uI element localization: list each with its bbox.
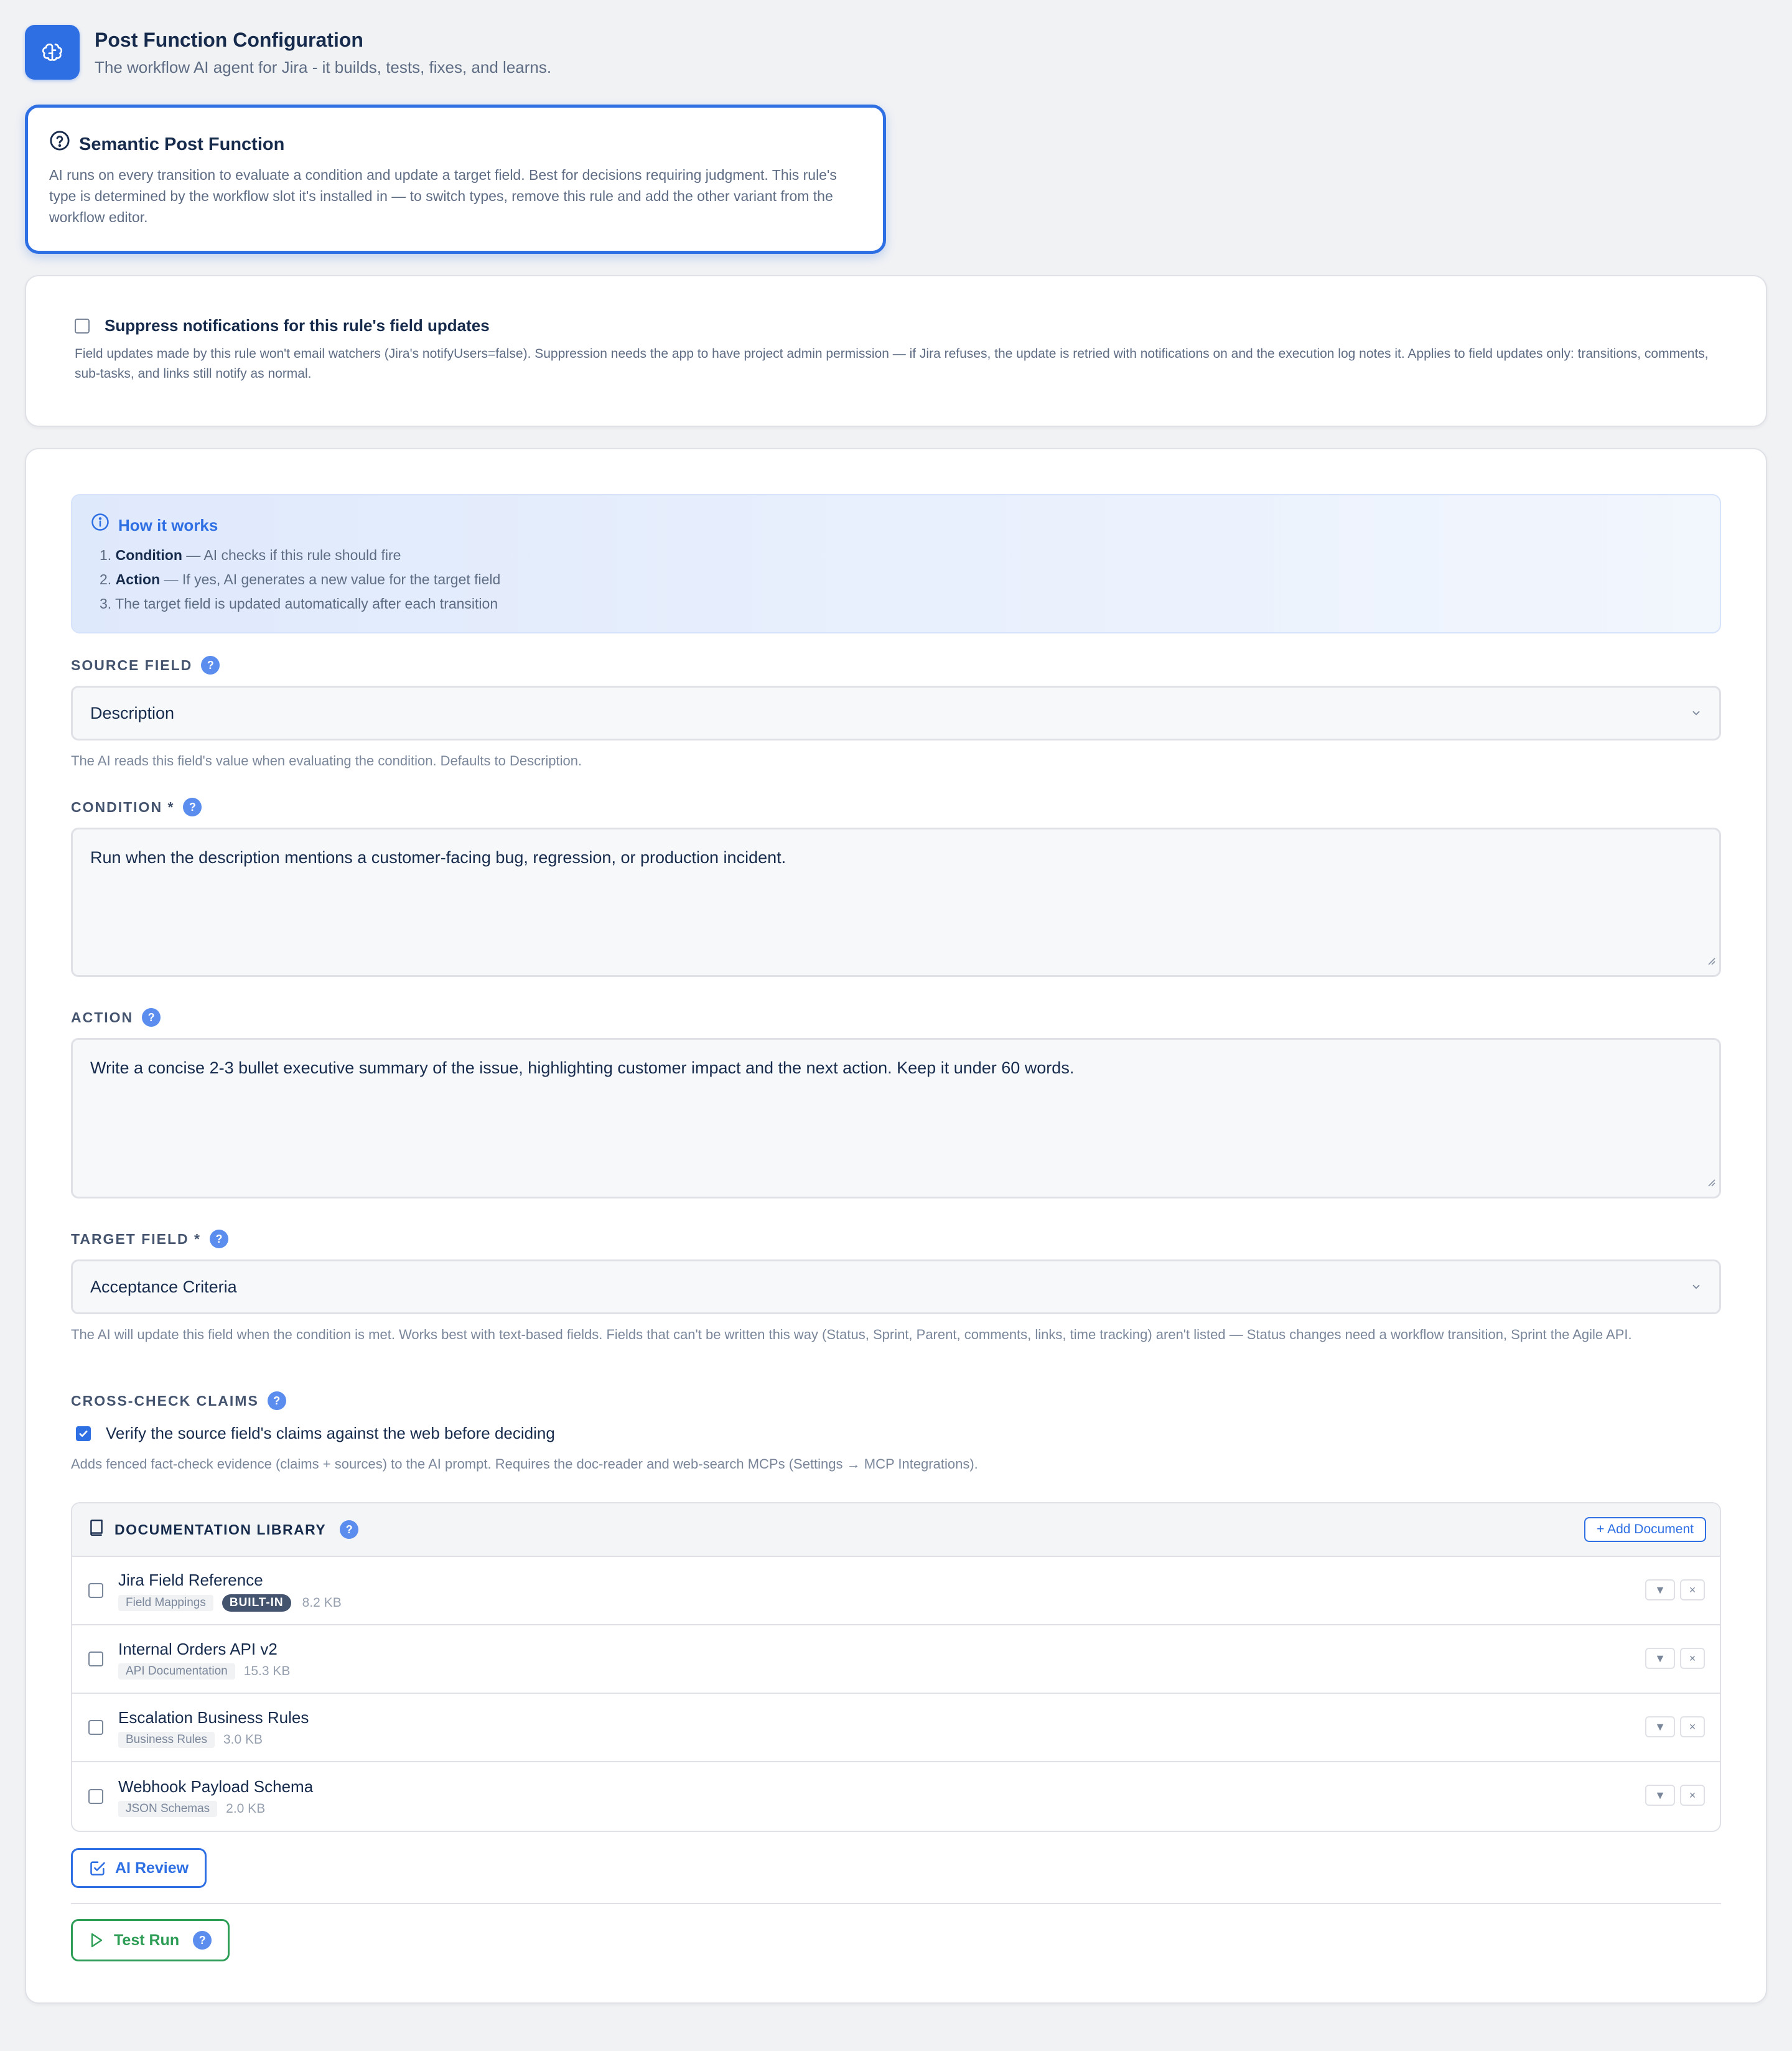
cross-check-label: CROSS-CHECK CLAIMS ? [71,1391,286,1410]
expand-document-button[interactable]: ▼ [1645,1648,1675,1669]
how-it-works-panel: How it works 1. Condition — AI checks if… [71,494,1721,633]
document-size: 3.0 KB [223,1732,263,1747]
app-header: Post Function Configuration The workflow… [25,25,551,80]
play-icon [89,1932,104,1948]
main-config-card: How it works 1. Condition — AI checks if… [25,448,1767,2004]
remove-document-button[interactable]: × [1680,1579,1705,1600]
book-icon [88,1519,105,1540]
cross-check-hint: Adds fenced fact-check evidence (claims … [71,1456,978,1472]
question-circle-icon [49,130,70,158]
condition-label: CONDITION * ? [71,798,202,816]
document-size: 2.0 KB [226,1801,266,1816]
add-document-button[interactable]: + Add Document [1584,1517,1706,1542]
expand-document-button[interactable]: ▼ [1645,1716,1675,1737]
source-field-value: Description [90,703,175,722]
document-row: Jira Field Reference Field Mappings BUIL… [72,1557,1720,1625]
help-icon[interactable]: ? [201,656,220,675]
document-category-tag: Business Rules [118,1732,215,1748]
page-title: Post Function Configuration [95,29,363,51]
document-category-tag: API Documentation [118,1663,235,1680]
how-step: 2. Action — If yes, AI generates a new v… [100,571,501,587]
documentation-library-title: DOCUMENTATION LIBRARY [114,1521,327,1538]
resize-handle-icon[interactable] [1706,1169,1715,1193]
rule-type-title: Semantic Post Function [79,134,285,154]
source-field-select[interactable]: Description [71,686,1721,741]
help-icon[interactable]: ? [340,1520,359,1539]
remove-document-button[interactable]: × [1680,1648,1705,1669]
cross-check-checkbox-label[interactable]: Verify the source field's claims against… [106,1424,555,1443]
resize-handle-icon[interactable] [1706,948,1715,971]
suppress-notifications-checkbox[interactable] [75,318,90,334]
chevron-down-icon [1691,704,1702,723]
how-it-works-title: How it works [118,515,218,535]
action-label: ACTION ? [71,1008,161,1027]
rule-type-description: AI runs on every transition to evaluate … [49,167,837,225]
test-run-label: Test Run [114,1931,180,1949]
document-checkbox[interactable] [88,1720,103,1735]
checkmark-icon [79,1430,88,1437]
ai-review-button[interactable]: AI Review [71,1848,207,1888]
document-row: Internal Orders API v2 API Documentation… [72,1625,1720,1694]
action-textarea[interactable]: Write a concise 2-3 bullet executive sum… [71,1038,1721,1198]
document-checkbox[interactable] [88,1652,103,1666]
documentation-library-header: DOCUMENTATION LIBRARY ? + Add Document [72,1503,1720,1557]
documentation-library: DOCUMENTATION LIBRARY ? + Add Document J… [71,1502,1721,1832]
document-checkbox[interactable] [88,1583,103,1598]
condition-textarea[interactable]: Run when the description mentions a cust… [71,828,1721,977]
expand-document-button[interactable]: ▼ [1645,1579,1675,1600]
document-size: 8.2 KB [302,1595,342,1610]
document-size: 15.3 KB [243,1664,291,1678]
condition-value: Run when the description mentions a cust… [90,848,786,867]
help-icon[interactable]: ? [142,1008,161,1027]
help-icon[interactable]: ? [183,798,202,816]
document-name: Escalation Business Rules [118,1708,309,1727]
target-field-hint: The AI will update this field when the c… [71,1327,1632,1342]
ai-review-label: AI Review [115,1859,189,1877]
remove-document-button[interactable]: × [1680,1785,1705,1806]
document-category-tag: JSON Schemas [118,1801,218,1817]
edit-check-icon [89,1859,106,1877]
rule-type-card[interactable]: Semantic Post Function AI runs on every … [25,105,886,254]
cross-check-checkbox[interactable] [76,1426,91,1441]
help-icon[interactable]: ? [193,1931,212,1950]
how-it-works-steps: 1. Condition — AI checks if this rule sh… [100,543,1701,616]
document-category-tag: Field Mappings [118,1595,213,1611]
suppress-notifications-label[interactable]: Suppress notifications for this rule's f… [105,316,490,335]
document-row: Escalation Business Rules Business Rules… [72,1694,1720,1762]
remove-document-button[interactable]: × [1680,1716,1705,1737]
document-name: Webhook Payload Schema [118,1777,314,1796]
source-field-hint: The AI reads this field's value when eva… [71,753,582,769]
source-field-label: SOURCE FIELD ? [71,656,220,675]
target-field-value: Acceptance Criteria [90,1277,237,1296]
document-name: Jira Field Reference [118,1571,263,1589]
document-name: Internal Orders API v2 [118,1640,278,1658]
expand-document-button[interactable]: ▼ [1645,1785,1675,1806]
chevron-down-icon [1691,1278,1702,1297]
action-value: Write a concise 2-3 bullet executive sum… [90,1058,1075,1077]
divider [71,1903,1721,1904]
help-icon[interactable]: ? [210,1230,229,1248]
built-in-badge: BUILT-IN [222,1594,291,1612]
how-step: 1. Condition — AI checks if this rule sh… [100,547,401,563]
test-run-button[interactable]: Test Run ? [71,1919,230,1961]
page: Post Function Configuration The workflow… [0,0,1792,2051]
page-subtitle: The workflow AI agent for Jira - it buil… [95,58,552,77]
help-icon[interactable]: ? [267,1391,286,1410]
target-field-select[interactable]: Acceptance Criteria [71,1259,1721,1314]
how-step: 3. The target field is updated automatic… [100,596,498,612]
suppress-notifications-description: Field updates made by this rule won't em… [75,347,1709,381]
target-field-label: TARGET FIELD * ? [71,1230,229,1248]
document-row: Webhook Payload Schema JSON Schemas 2.0 … [72,1762,1720,1831]
brain-icon [25,25,80,80]
notifications-card: Suppress notifications for this rule's f… [25,275,1767,427]
info-icon [91,513,110,537]
document-checkbox[interactable] [88,1789,103,1804]
cross-check-row: Verify the source field's claims against… [76,1424,555,1443]
